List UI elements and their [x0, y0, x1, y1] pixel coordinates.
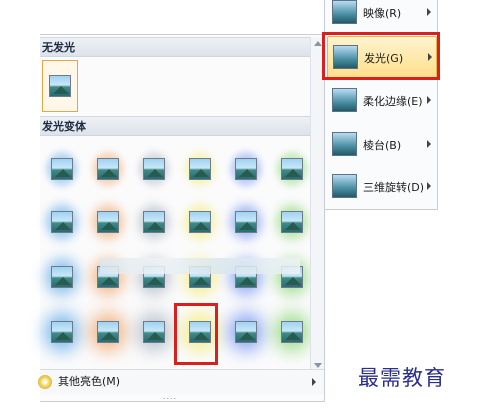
glow-variant-option[interactable]	[132, 145, 176, 193]
bevel-icon	[332, 132, 357, 156]
selected-glow-highlight	[174, 303, 218, 365]
picture-thumbnail-icon	[189, 158, 211, 180]
gallery-scrollbar[interactable]	[310, 37, 324, 372]
picture-thumbnail-icon	[143, 211, 165, 233]
scroll-down-icon[interactable]	[314, 363, 322, 368]
scroll-up-icon[interactable]	[314, 41, 322, 46]
submenu-arrow-icon	[427, 96, 431, 104]
menu-item-label: 三维旋转(D)	[363, 181, 425, 194]
submenu-arrow-icon	[427, 140, 431, 148]
menu-item-label: 映像(R)	[363, 7, 402, 20]
picture-thumbnail-icon	[281, 158, 303, 180]
glow-variations-header: 发光变体	[40, 116, 324, 136]
glow-variant-option[interactable]	[86, 198, 130, 246]
more-glow-colors-label: 其他亮色(M)	[58, 375, 121, 388]
picture-thumbnail-icon	[51, 211, 73, 233]
picture-thumbnail-icon	[143, 158, 165, 180]
reflection-icon	[332, 0, 357, 24]
glow-variant-option[interactable]	[40, 253, 84, 301]
picture-thumbnail-icon	[143, 321, 165, 343]
soft-edges-icon	[332, 88, 357, 112]
glow-variant-option[interactable]	[86, 308, 130, 356]
glow-menu-highlight	[322, 32, 440, 80]
no-glow-option[interactable]	[42, 60, 78, 112]
watermark-text: 最需教育	[358, 366, 446, 390]
picture-thumbnail-icon	[49, 75, 71, 97]
glow-variant-option[interactable]	[270, 145, 314, 193]
glow-variant-option[interactable]	[224, 145, 268, 193]
submenu-arrow-icon	[427, 8, 431, 16]
glow-gallery-panel: 无发光 发光变体 其他亮色(M) ....	[38, 34, 325, 402]
menu-item-3d-rotation[interactable]: 三维旋转(D)	[327, 166, 435, 206]
menu-item-soft-edges[interactable]: 柔化边缘(E)	[327, 80, 435, 120]
submenu-arrow-icon	[427, 182, 431, 190]
resize-grip[interactable]: ....	[150, 393, 190, 401]
glow-variant-option[interactable]	[224, 308, 268, 356]
more-glow-colors-item[interactable]: 其他亮色(M)	[38, 369, 324, 394]
blurred-overlay	[100, 258, 300, 274]
picture-thumbnail-icon	[235, 211, 257, 233]
no-glow-header: 无发光	[40, 37, 324, 57]
picture-thumbnail-icon	[235, 321, 257, 343]
picture-thumbnail-icon	[281, 321, 303, 343]
picture-thumbnail-icon	[281, 211, 303, 233]
picture-thumbnail-icon	[97, 321, 119, 343]
glow-variant-option[interactable]	[132, 308, 176, 356]
submenu-arrow-icon	[312, 378, 316, 386]
glow-variant-option[interactable]	[270, 308, 314, 356]
color-wheel-icon	[38, 375, 52, 389]
glow-variant-option[interactable]	[132, 198, 176, 246]
glow-variant-option[interactable]	[40, 145, 84, 193]
glow-variant-option[interactable]	[86, 145, 130, 193]
glow-variant-option[interactable]	[224, 198, 268, 246]
picture-thumbnail-icon	[97, 158, 119, 180]
menu-item-reflection[interactable]: 映像(R)	[327, 0, 435, 32]
glow-variant-option[interactable]	[40, 308, 84, 356]
menu-item-label: 棱台(B)	[363, 139, 402, 152]
3d-rotation-icon	[332, 174, 357, 198]
menu-item-label: 柔化边缘(E)	[363, 95, 423, 108]
picture-thumbnail-icon	[97, 211, 119, 233]
picture-thumbnail-icon	[235, 158, 257, 180]
glow-variant-option[interactable]	[270, 198, 314, 246]
picture-thumbnail-icon	[189, 211, 211, 233]
picture-thumbnail-icon	[51, 158, 73, 180]
menu-item-bevel[interactable]: 棱台(B)	[327, 124, 435, 164]
glow-variant-option[interactable]	[178, 145, 222, 193]
picture-thumbnail-icon	[51, 321, 73, 343]
glow-variant-option[interactable]	[178, 198, 222, 246]
picture-thumbnail-icon	[51, 266, 73, 288]
glow-variant-option[interactable]	[40, 198, 84, 246]
